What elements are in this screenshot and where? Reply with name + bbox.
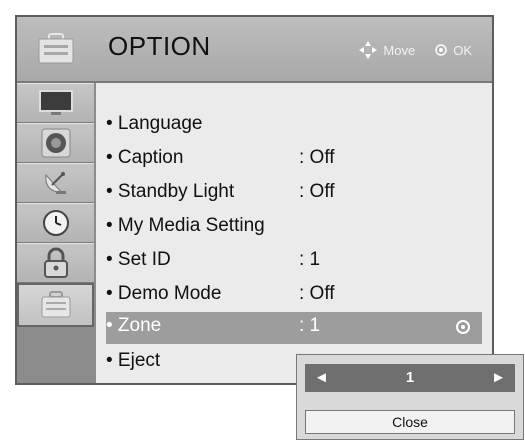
menu-item-caption[interactable]: • Caption : Off (106, 144, 482, 174)
menu-item-label: • Caption (106, 147, 184, 168)
menu-item-value: : Off (299, 147, 335, 168)
stepper-value: 1 (405, 369, 415, 386)
sidebar-item-picture[interactable] (17, 83, 94, 123)
close-button[interactable]: Close (305, 410, 515, 434)
menu-header: OPTION Move OK (17, 17, 492, 83)
clock-icon (42, 210, 69, 236)
picture-icon (38, 90, 73, 115)
menu-item-label: • My Media Setting (106, 215, 265, 236)
menu-item-label: • Demo Mode (106, 283, 222, 304)
category-sidebar (17, 83, 94, 383)
menu-item-zone[interactable]: • Zone : 1 (106, 312, 482, 344)
page-title: OPTION (108, 31, 211, 61)
sidebar-item-option[interactable] (17, 283, 94, 327)
menu-item-label: • Eject (106, 350, 161, 371)
menu-item-value: : 1 (299, 249, 321, 270)
option-briefcase-icon (41, 291, 70, 318)
zone-stepper[interactable]: ◄ 1 ► (305, 364, 515, 392)
menu-item-my-media-setting[interactable]: • My Media Setting (106, 212, 482, 242)
menu-item-value: : Off (299, 283, 335, 304)
menu-item-standby-light[interactable]: • Standby Light : Off (106, 178, 482, 208)
ok-hint-label: OK (453, 42, 472, 58)
tv-option-menu: OPTION Move OK • Language • Caption: Of… (15, 15, 494, 385)
menu-item-label: • Zone (106, 315, 162, 336)
satellite-dish-icon (44, 172, 66, 194)
menu-item-label: • Language (106, 113, 203, 134)
nav-hint: Move OK (359, 41, 472, 59)
sidebar-item-time[interactable] (17, 203, 94, 243)
ok-button-icon (435, 44, 447, 56)
sidebar-item-audio[interactable] (17, 123, 94, 163)
menu-item-label: • Standby Light (106, 181, 235, 202)
header-option-icon (17, 17, 94, 81)
audio-icon (41, 128, 70, 158)
menu-item-language[interactable]: • Language (106, 110, 482, 140)
zone-value-popup: ◄ 1 ► Close (296, 354, 524, 440)
menu-item-demo-mode[interactable]: • Demo Mode : Off (106, 280, 482, 310)
dpad-move-icon (359, 41, 378, 59)
sidebar-item-channel[interactable] (17, 163, 94, 203)
menu-item-value: : Off (299, 181, 335, 202)
sidebar-item-lock[interactable] (17, 243, 94, 283)
menu-item-set-id[interactable]: • Set ID : 1 (106, 246, 482, 276)
option-panel: • Language • Caption : Off • Standby Lig… (96, 83, 492, 383)
selected-radio-icon (456, 320, 470, 334)
lock-icon (43, 247, 68, 278)
menu-item-value: : 1 (299, 315, 321, 336)
arrow-right-icon[interactable]: ► (491, 369, 506, 386)
move-hint-label: Move (383, 42, 416, 58)
menu-item-label: • Set ID (106, 249, 171, 270)
